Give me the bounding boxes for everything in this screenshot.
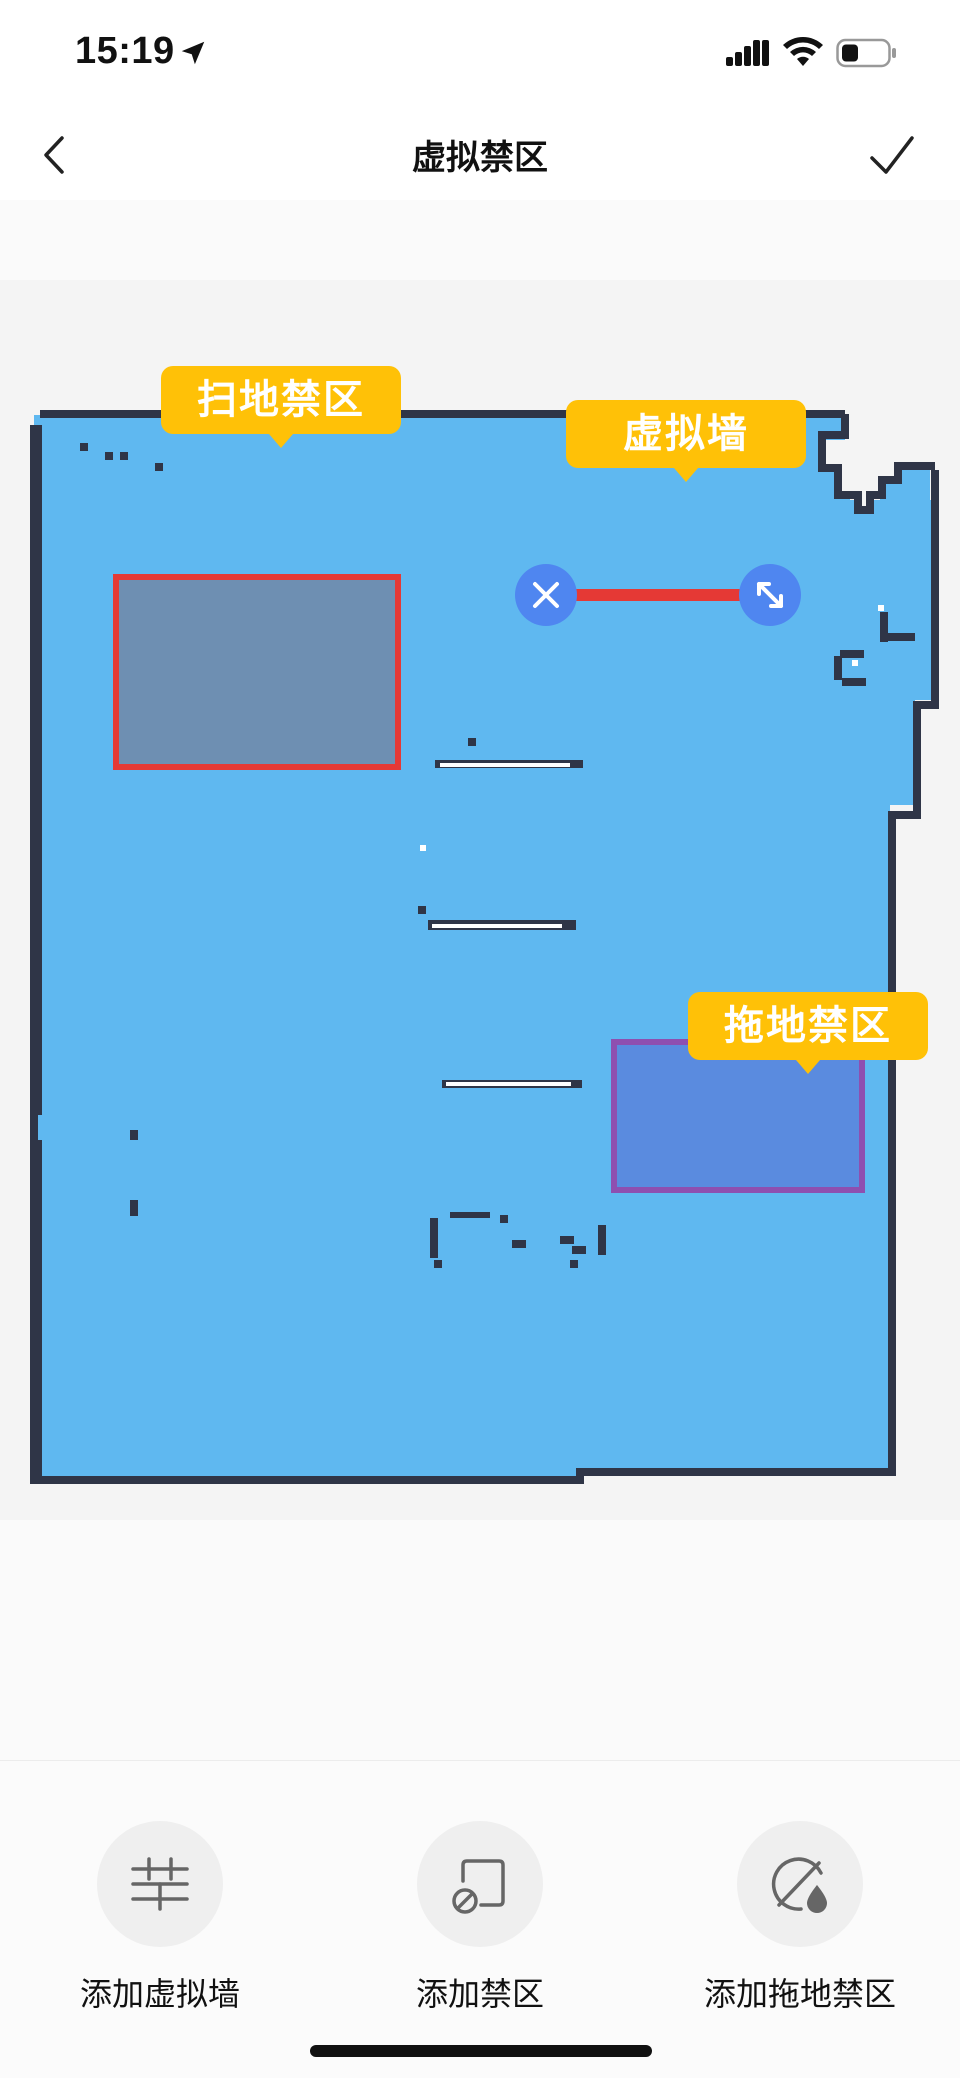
add-virtual-wall-button[interactable]: 添加虚拟墙 xyxy=(30,1821,290,2015)
sweep-zone-label: 扫地禁区 xyxy=(161,366,401,448)
virtual-wall-label: 虚拟墙 xyxy=(566,400,806,482)
add-virtual-wall-circle[interactable] xyxy=(97,1821,223,1947)
add-no-mop-zone-button[interactable]: 添加拖地禁区 xyxy=(670,1821,930,2015)
checkmark-icon[interactable] xyxy=(868,132,916,180)
virtual-wall-icon xyxy=(131,1857,189,1911)
no-mop-zone-icon xyxy=(771,1857,827,1913)
mop-forbidden-zone[interactable] xyxy=(611,1039,865,1193)
add-no-go-zone-button[interactable]: 添加禁区 xyxy=(350,1821,610,2015)
status-bar: 15:19 xyxy=(0,0,960,110)
bottom-toolbar: 添加虚拟墙 添加禁区 添加拖地禁区 xyxy=(0,1760,960,2078)
location-arrow-icon xyxy=(181,41,205,65)
signal-icon xyxy=(726,40,769,66)
page-title: 虚拟禁区 xyxy=(412,138,548,178)
add-no-mop-zone-label: 添加拖地禁区 xyxy=(703,1975,896,2013)
mop-zone-label: 拖地禁区 xyxy=(688,992,928,1074)
add-virtual-wall-label: 添加虚拟墙 xyxy=(79,1975,240,2013)
sweep-forbidden-zone[interactable] xyxy=(113,574,401,770)
resize-icon[interactable] xyxy=(739,564,801,626)
status-time: 15:19 xyxy=(75,30,175,72)
wifi-icon xyxy=(783,37,823,66)
nav-bar: 虚拟禁区 xyxy=(0,110,960,200)
add-no-go-zone-label: 添加禁区 xyxy=(415,1975,544,2013)
add-no-go-zone-circle[interactable] xyxy=(417,1821,543,1947)
no-go-zone-icon xyxy=(452,1859,505,1914)
add-no-mop-zone-circle[interactable] xyxy=(737,1821,863,1947)
map-area[interactable]: 扫地禁区 虚拟墙 拖地禁区 xyxy=(0,200,960,1760)
home-indicator[interactable] xyxy=(310,2045,652,2057)
delete-icon[interactable] xyxy=(515,564,577,626)
battery-icon xyxy=(836,38,896,68)
floor-map[interactable] xyxy=(0,200,960,1760)
